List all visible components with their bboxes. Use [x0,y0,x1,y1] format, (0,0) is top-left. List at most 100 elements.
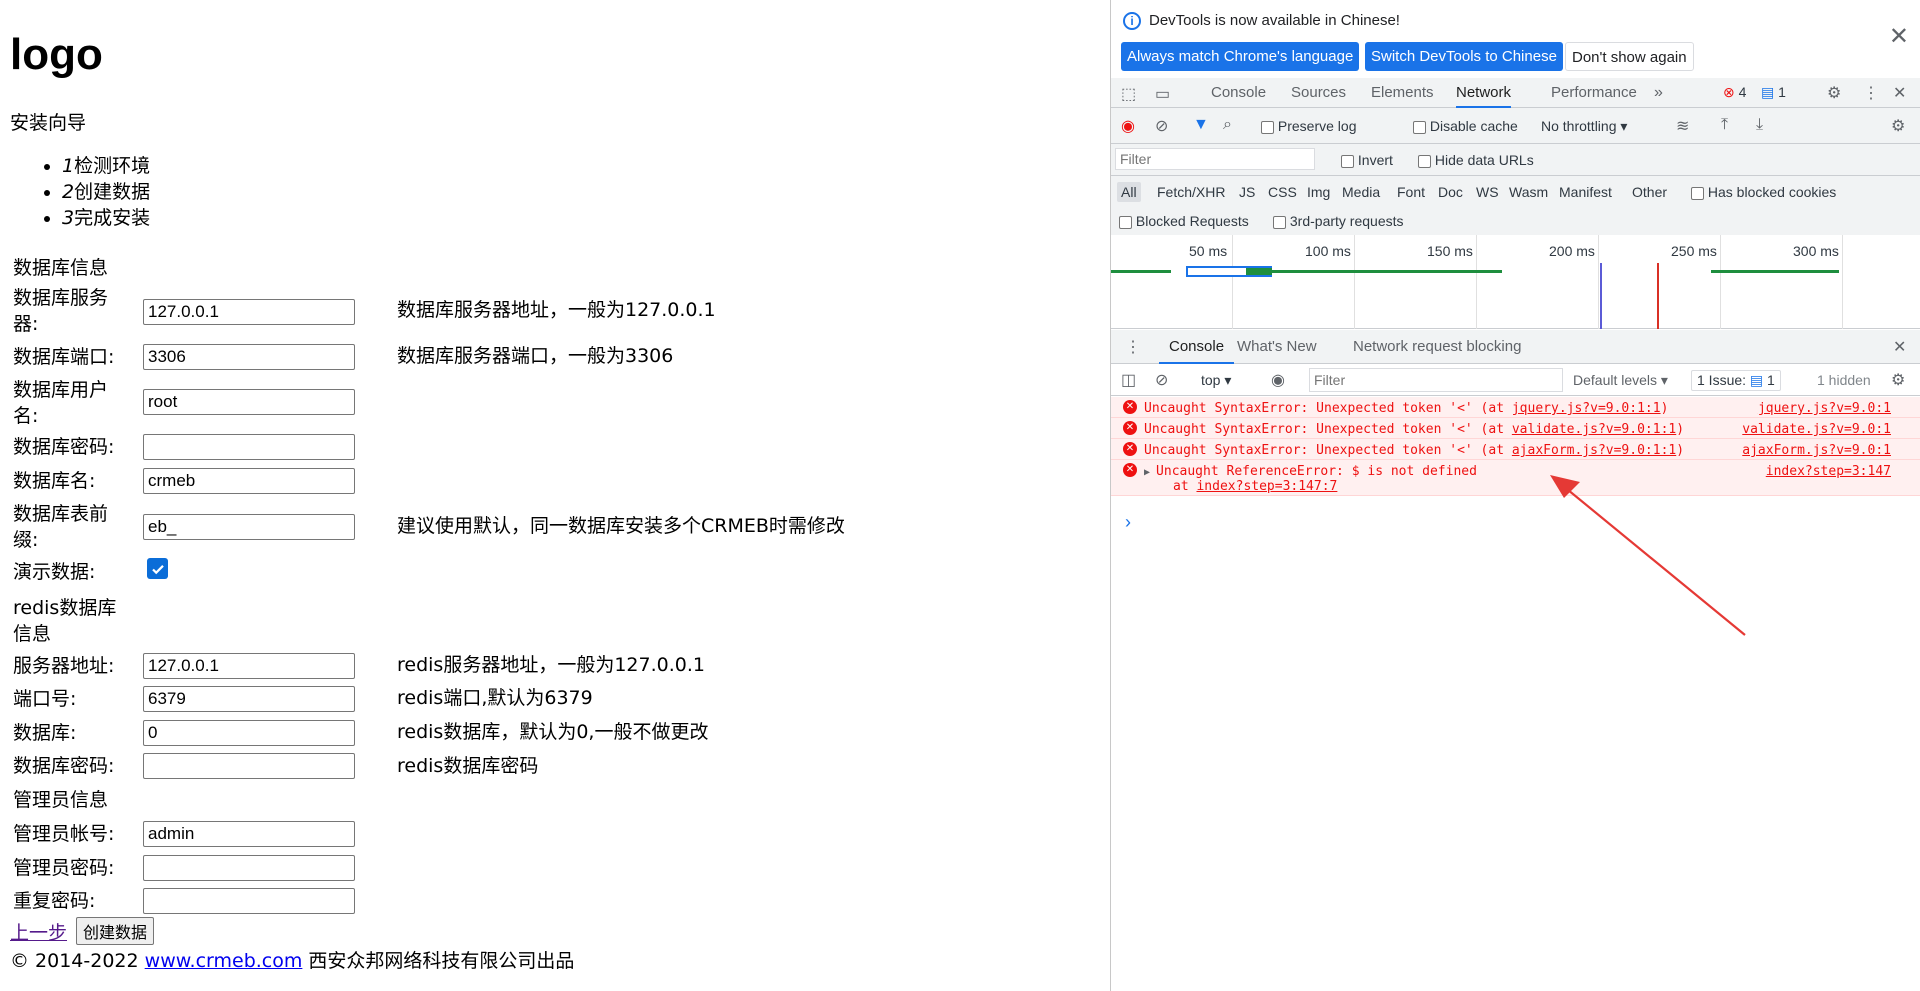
upload-icon[interactable]: ⤒ [1721,116,1728,134]
switch-chinese-button[interactable]: Switch DevTools to Chinese [1365,42,1563,71]
network-toolbar: ◉ ⊘ ▼ ⌕ Preserve log Disable cache No th… [1111,108,1920,144]
db-section-title: 数据库信息 [13,257,109,279]
blocked-cookies-checkbox[interactable]: Has blocked cookies [1691,184,1836,200]
tick-label: 250 ms [1671,243,1717,259]
more-tabs-icon[interactable]: » [1654,84,1663,102]
error-icon: ✕ [1123,442,1137,456]
console-settings-icon[interactable]: ⚙ [1891,370,1905,390]
kebab-icon[interactable]: ⋮ [1863,83,1879,103]
network-filter-input[interactable] [1115,148,1315,170]
type-img[interactable]: Img [1307,184,1330,200]
sidebar-toggle-icon[interactable]: ◫ [1121,370,1136,390]
dont-show-button[interactable]: Don't show again [1565,42,1694,71]
drawer-tab-blocking[interactable]: Network request blocking [1353,330,1521,364]
type-js[interactable]: JS [1239,184,1255,200]
clear-console-icon[interactable]: ⊘ [1155,370,1168,390]
invert-checkbox[interactable]: Invert [1341,152,1393,168]
db-name-input[interactable] [143,468,355,494]
context-select[interactable]: top ▾ [1201,372,1231,389]
tick-label: 200 ms [1549,243,1595,259]
error-source-link[interactable]: ajaxForm.js?v=9.0:1 [1742,443,1891,458]
search-icon[interactable]: ⌕ [1223,116,1232,134]
create-data-button[interactable]: 创建数据 [76,917,155,945]
drawer-tabs: ⋮ Console What's New Network request blo… [1111,330,1920,364]
download-icon[interactable]: ⤓ [1756,116,1763,134]
banner-message: DevTools is now available in Chinese! [1149,12,1400,29]
levels-select[interactable]: Default levels ▾ [1573,372,1668,389]
tab-console[interactable]: Console [1211,78,1266,108]
console-prompt[interactable]: › [1125,512,1131,533]
db-port-input[interactable] [143,344,355,370]
blocked-requests-checkbox[interactable]: Blocked Requests [1119,213,1249,229]
prev-step-link[interactable]: 上一步 [10,918,67,945]
type-other[interactable]: Other [1632,184,1667,200]
type-font[interactable]: Font [1397,184,1425,200]
console-error: ✕ Uncaught SyntaxError: Unexpected token… [1111,418,1920,439]
tab-elements[interactable]: Elements [1371,78,1434,108]
console-filter-input[interactable] [1309,368,1563,392]
drawer-tab-console[interactable]: Console [1159,330,1235,364]
disable-cache-checkbox[interactable]: Disable cache [1413,118,1518,134]
hide-data-urls-checkbox[interactable]: Hide data URLs [1418,152,1534,168]
type-wasm[interactable]: Wasm [1509,184,1548,200]
console-error[interactable]: ✕ ▶ Uncaught ReferenceError: $ is not de… [1111,460,1920,496]
wifi-icon[interactable]: ≋ [1676,116,1689,136]
redis-host-label: 服务器地址: [13,655,115,677]
type-all[interactable]: All [1117,182,1141,202]
redis-port-input[interactable] [143,686,355,712]
network-settings-icon[interactable]: ⚙ [1891,116,1905,136]
close-drawer-icon[interactable]: ✕ [1893,337,1906,357]
close-icon[interactable]: ✕ [1889,22,1909,51]
type-manifest[interactable]: Manifest [1559,184,1612,200]
error-source-link[interactable]: validate.js?v=9.0:1 [1742,422,1891,437]
error-source-link[interactable]: jquery.js?v=9.0:1 [1758,401,1891,416]
error-icon: ✕ [1123,463,1137,477]
admin-pass-label: 管理员密码: [13,857,115,879]
type-doc[interactable]: Doc [1438,184,1463,200]
redis-host-hint: redis服务器地址，一般为127.0.0.1 [397,654,705,676]
drawer-menu-icon[interactable]: ⋮ [1125,337,1141,357]
drawer-tab-whats-new[interactable]: What's New [1237,330,1317,364]
filter-icon[interactable]: ▼ [1193,116,1209,134]
close-devtools-icon[interactable]: ✕ [1893,83,1906,103]
match-language-button[interactable]: Always match Chrome's language [1121,42,1360,71]
admin-user-input[interactable] [143,821,355,847]
clear-icon[interactable]: ⊘ [1155,116,1168,136]
type-css[interactable]: CSS [1268,184,1297,200]
demo-checkbox[interactable] [147,558,168,579]
tab-network[interactable]: Network [1456,78,1512,108]
issue-badge[interactable]: ▤ 1 [1761,84,1786,101]
error-source-link[interactable]: index?step=3:147 [1766,464,1891,479]
redis-section-title: redis数据库信息 [13,597,117,645]
settings-icon[interactable]: ⚙ [1827,83,1841,103]
redis-pass-input[interactable] [143,753,355,779]
redis-db-input[interactable] [143,720,355,746]
db-pass-input[interactable] [143,434,355,460]
throttling-select[interactable]: No throttling ▾ [1541,118,1627,135]
footer-link[interactable]: www.crmeb.com [145,950,303,972]
type-fetch[interactable]: Fetch/XHR [1157,184,1225,200]
preserve-log-checkbox[interactable]: Preserve log [1261,118,1356,134]
redis-host-input[interactable] [143,653,355,679]
inspect-icon[interactable]: ⬚ [1121,84,1136,104]
console-toolbar: ◫ ⊘ top ▾ ◉ Default levels ▾ 1 Issue: ▤ … [1111,364,1920,396]
db-port-label: 数据库端口: [13,346,115,368]
annotation-arrow [1550,475,1746,636]
device-icon[interactable]: ▭ [1155,84,1170,104]
eye-icon[interactable]: ◉ [1271,370,1285,390]
issues-button[interactable]: 1 Issue: ▤ 1 [1691,370,1781,391]
record-icon[interactable]: ◉ [1121,116,1135,136]
error-badge[interactable]: ⊗ 4 [1723,84,1746,101]
third-party-checkbox[interactable]: 3rd-party requests [1273,213,1404,229]
admin-repass-input[interactable] [143,888,355,914]
db-user-input[interactable] [143,389,355,415]
tab-sources[interactable]: Sources [1291,78,1346,108]
type-media[interactable]: Media [1342,184,1380,200]
type-ws[interactable]: WS [1476,184,1499,200]
db-prefix-label: 数据库表前缀: [13,503,109,551]
db-host-input[interactable] [143,299,355,325]
db-prefix-input[interactable] [143,514,355,540]
admin-pass-input[interactable] [143,855,355,881]
step-item: 3完成安装 [62,205,150,231]
tab-performance[interactable]: Performance [1551,78,1637,108]
